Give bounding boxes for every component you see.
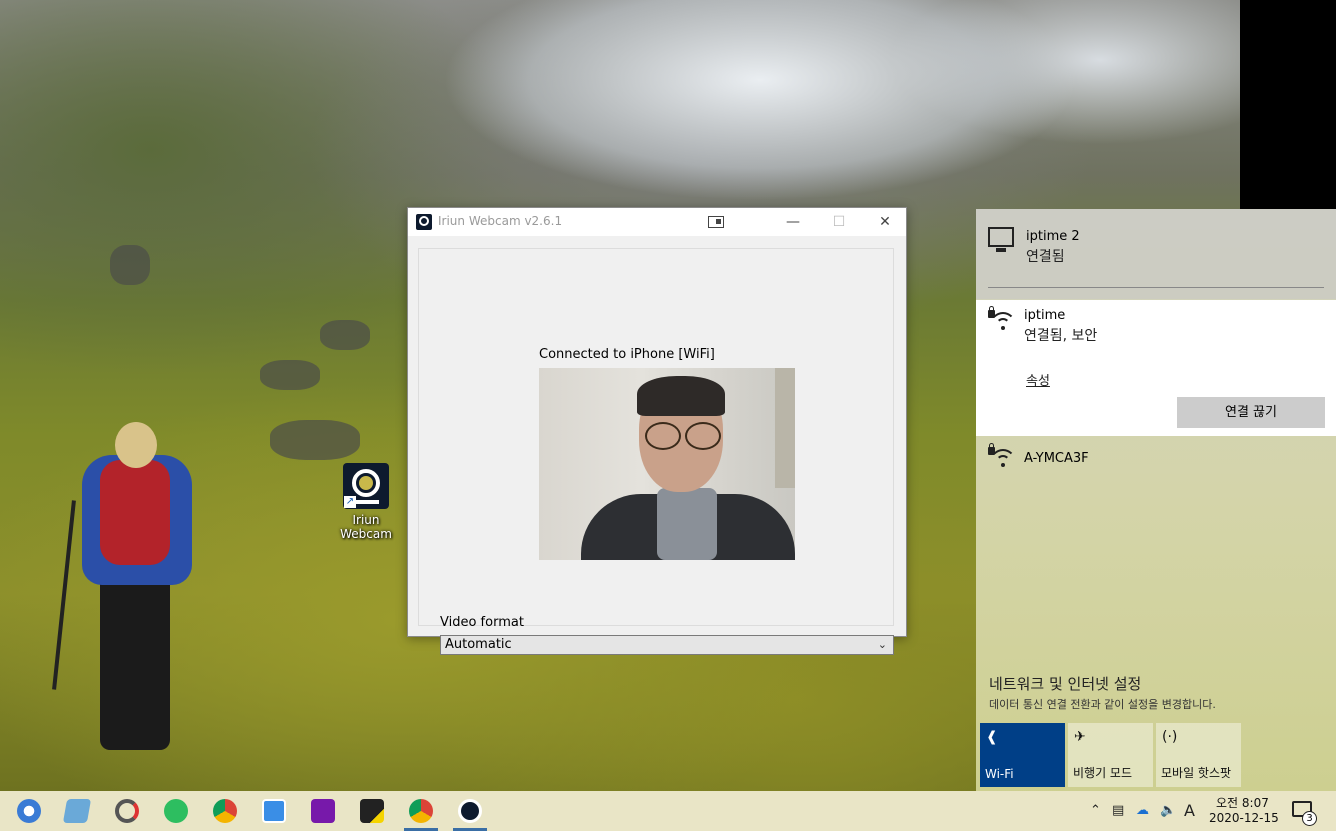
hiker-pole — [52, 500, 76, 690]
chrome-icon — [409, 799, 433, 823]
connection-status: Connected to iPhone [WiFi] — [539, 347, 715, 362]
content-frame: Connected to iPhone [WiFi] Video format … — [418, 248, 894, 655]
wallpaper-rock — [320, 320, 370, 350]
airplane-icon: ✈ — [1074, 729, 1086, 745]
hiker-head — [115, 422, 157, 468]
desktop-icon-label-line2: Webcam — [340, 527, 392, 541]
app-icon — [416, 214, 432, 230]
onedrive-icon[interactable]: ☁ — [1136, 803, 1149, 818]
refresh-icon — [115, 799, 139, 823]
clock-date[interactable]: 2020-12-15 — [1209, 811, 1279, 825]
divider — [988, 287, 1324, 288]
wifi-icon: ❰ — [986, 729, 998, 745]
desktop-icon-iriun-webcam[interactable]: ↗ Iriun Webcam — [336, 463, 396, 541]
network-settings-link[interactable]: 네트워크 및 인터넷 설정 — [989, 673, 1141, 694]
wifi-signal-icon — [990, 449, 1016, 471]
network-flyout: iptime 2 연결됨 iptime 연결됨, 보안 속성 연결 끊기 A-Y… — [976, 209, 1336, 791]
close-button[interactable]: ✕ — [862, 208, 908, 236]
network-item-a-ymca3f[interactable]: A-YMCA3F — [976, 439, 1336, 479]
volume-icon[interactable]: 🔈 — [1160, 803, 1176, 818]
quick-action-airplane-mode[interactable]: ✈ 비행기 모드 — [1068, 723, 1153, 787]
onenote-icon — [311, 799, 335, 823]
preview-person-hair — [637, 376, 725, 416]
video-format-value: Automatic — [445, 637, 512, 652]
network-settings-description: 데이터 통신 연결 전환과 같이 설정을 변경합니다. — [989, 698, 1216, 711]
iriun-webcam-window: Iriun Webcam v2.6.1 — ☐ ✕ Connected to i… — [407, 207, 907, 655]
wifi-network-name: A-YMCA3F — [1024, 451, 1089, 466]
taskbar-app-browser[interactable] — [8, 795, 50, 831]
taskbar: ⌃ ▤ ☁ 🔈 A 오전 8:07 2020-12-15 3 — [0, 791, 1336, 831]
shortcut-arrow-icon: ↗ — [344, 496, 356, 508]
notification-count-badge: 3 — [1302, 811, 1317, 826]
taskbar-app-chrome-active[interactable] — [400, 795, 442, 831]
quick-action-wifi[interactable]: ❰ Wi-Fi — [980, 723, 1065, 787]
taskbar-app-chrome[interactable] — [204, 795, 246, 831]
quick-action-label: 모바일 핫스팟 — [1161, 766, 1232, 780]
quick-action-label: Wi-Fi — [985, 767, 1014, 781]
camera-preview — [539, 368, 795, 560]
minimize-button[interactable]: — — [770, 208, 816, 236]
wired-network-status: 연결됨 — [1026, 249, 1065, 265]
quick-action-mobile-hotspot[interactable]: (·) 모바일 핫스팟 — [1156, 723, 1241, 787]
preview-background-door — [775, 368, 795, 488]
camera-switch-icon[interactable] — [708, 216, 724, 228]
iriun-webcam-icon: ↗ — [343, 463, 389, 509]
window-titlebar[interactable]: Iriun Webcam v2.6.1 — ☐ ✕ — [408, 208, 906, 236]
wallpaper-rock — [270, 420, 360, 460]
wired-network-name: iptime 2 — [1026, 229, 1080, 244]
video-format-label: Video format — [440, 615, 524, 630]
taskbar-app-notes[interactable] — [56, 795, 98, 831]
taskbar-app-sticky-notes[interactable] — [351, 795, 393, 831]
network-item-wired[interactable]: iptime 2 연결됨 — [976, 209, 1336, 299]
chrome-icon — [213, 799, 237, 823]
show-hidden-icons-chevron-up-icon[interactable]: ⌃ — [1090, 803, 1101, 818]
wifi-network-status: 연결됨, 보안 — [1024, 328, 1098, 344]
taskbar-app-recovery[interactable] — [106, 795, 148, 831]
edit-app-icon — [262, 799, 286, 823]
hiker-legs — [100, 570, 170, 750]
properties-link[interactable]: 속성 — [1026, 370, 1050, 389]
preview-person-scarf — [657, 488, 717, 560]
wifi-signal-icon — [990, 312, 1016, 334]
notebook-icon — [62, 799, 92, 823]
wallpaper-rock — [260, 360, 320, 390]
wallpaper-rock — [110, 245, 150, 285]
desktop-icon-label-line1: Iriun — [352, 513, 380, 527]
network-item-iptime[interactable]: iptime 연결됨, 보안 속성 연결 끊기 — [976, 300, 1336, 436]
network-tray-icon[interactable]: ▤ — [1112, 803, 1124, 818]
clock-time[interactable]: 오전 8:07 — [1216, 794, 1269, 811]
evernote-icon — [164, 799, 188, 823]
hotspot-icon: (·) — [1162, 729, 1178, 745]
maximize-button[interactable]: ☐ — [816, 208, 862, 236]
video-format-select[interactable]: Automatic ⌄ — [440, 635, 894, 655]
ethernet-pc-icon — [988, 227, 1014, 252]
desktop-icon-label: Iriun Webcam — [336, 513, 396, 541]
disconnect-button[interactable]: 연결 끊기 — [1177, 397, 1325, 428]
quick-action-label: 비행기 모드 — [1073, 766, 1133, 780]
taskbar-app-sticky[interactable] — [253, 795, 295, 831]
taskbar-app-iriun-webcam[interactable] — [449, 795, 491, 831]
iriun-webcam-icon — [458, 799, 482, 823]
window-title: Iriun Webcam v2.6.1 — [438, 214, 563, 228]
taskbar-app-evernote[interactable] — [155, 795, 197, 831]
wallpaper-black-area — [1240, 0, 1336, 209]
taskbar-app-onenote[interactable] — [302, 795, 344, 831]
hiker-backpack — [100, 460, 170, 565]
chevron-down-icon: ⌄ — [877, 638, 887, 651]
wifi-network-name: iptime — [1024, 308, 1066, 323]
browser-icon — [17, 799, 41, 823]
sticky-notes-icon — [360, 799, 384, 823]
input-indicator[interactable]: A — [1184, 801, 1195, 820]
preview-person-glasses — [645, 422, 721, 450]
